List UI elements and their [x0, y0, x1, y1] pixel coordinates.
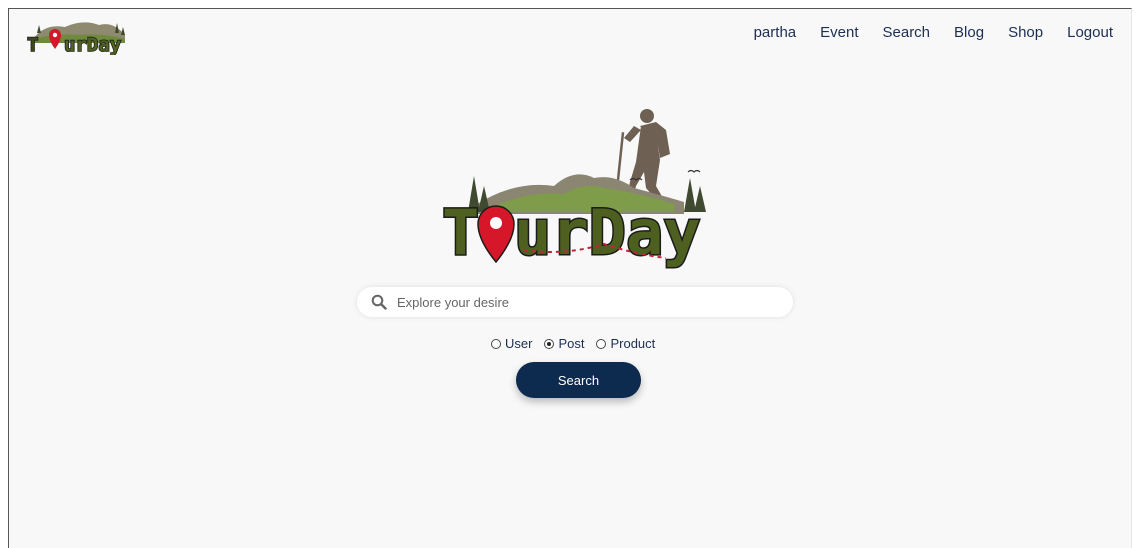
svg-text:urDay: urDay	[514, 196, 701, 269]
search-button[interactable]: Search	[516, 362, 641, 398]
radio-option-user[interactable]: User	[491, 336, 532, 351]
nav-link-blog[interactable]: Blog	[942, 22, 996, 44]
nav-link-shop[interactable]: Shop	[996, 22, 1055, 44]
search-box	[357, 287, 793, 317]
radio-option-post[interactable]: Post	[544, 336, 584, 351]
location-pin-icon	[477, 205, 515, 264]
radio-label-post: Post	[558, 336, 585, 351]
navbar: T urDay partha Event Search Blog Shop Lo…	[9, 9, 1131, 59]
search-icon	[371, 294, 387, 310]
search-input[interactable]	[397, 287, 777, 317]
nav-links: partha Event Search Blog Shop Logout	[742, 22, 1125, 44]
svg-text:T: T	[27, 34, 38, 55]
radio-label-product: Product	[610, 336, 656, 351]
radio-button-user[interactable]	[491, 338, 501, 349]
nav-logo[interactable]: T urDay	[25, 13, 135, 55]
svg-text:T: T	[442, 196, 479, 269]
app-frame: T urDay partha Event Search Blog Shop Lo…	[8, 8, 1132, 548]
nav-link-profile[interactable]: partha	[742, 22, 809, 44]
nav-link-event[interactable]: Event	[808, 22, 870, 44]
location-pin-icon	[49, 29, 61, 49]
search-type-radio-group: User Post Product	[491, 336, 667, 351]
radio-label-user: User	[505, 336, 533, 351]
radio-option-product[interactable]: Product	[596, 336, 655, 351]
radio-button-post[interactable]	[544, 338, 555, 349]
nav-link-search[interactable]: Search	[871, 22, 943, 44]
svg-text:urDay: urDay	[64, 34, 121, 55]
nav-link-logout[interactable]: Logout	[1055, 22, 1125, 44]
radio-button-product[interactable]	[596, 338, 607, 349]
hero-logo: T urDay	[441, 109, 706, 271]
